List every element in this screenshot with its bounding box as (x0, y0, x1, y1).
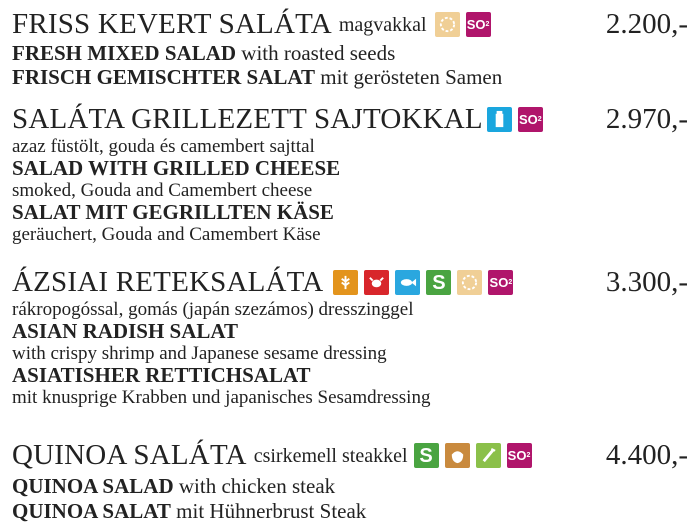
item-line: azaz füstölt, gouda és camembert sajttal (12, 136, 315, 157)
menu-item-friss-kevert-salata: FRISS KEVERT SALÁTA magvakkal SO 2 2.200,… (12, 10, 688, 88)
item-line-rest: mit gerösteten Samen (315, 65, 503, 89)
crustacean-icon (364, 270, 390, 295)
allergen-icons: SO 2 (434, 12, 491, 37)
item-line-bold: ASIAN RADISH SALAT (12, 319, 238, 343)
item-price: 2.970,- (605, 103, 688, 135)
gluten-icon (333, 270, 359, 295)
sulphites-icon: SO 2 (488, 270, 514, 295)
item-line-bold: FRISCH GEMISCHTER SALAT (12, 65, 316, 89)
item-line: mit knusprige Krabben und japanisches Se… (12, 387, 431, 408)
item-line: smoked, Gouda and Camembert cheese (12, 180, 313, 201)
item-title-desc: magvakkal (338, 13, 427, 36)
sulphites-icon: SO 2 (465, 12, 491, 37)
item-price: 4.400,- (605, 439, 688, 471)
item-line-bold: SALAT MIT GEGRILLTEN KÄSE (12, 200, 334, 224)
allergen-icons: S SO 2 (413, 443, 532, 468)
item-line-bold: QUINOA SALAT (12, 499, 171, 523)
item-line-bold: SALAD WITH GRILLED CHEESE (12, 156, 341, 180)
seeds-icon (434, 12, 460, 37)
item-line: rákropogóssal, gomás (japán szezámos) dr… (12, 299, 414, 320)
sulphites-icon: SO 2 (506, 443, 532, 468)
item-title: SALÁTA GRILLEZETT SAJTOKKAL (12, 103, 483, 135)
item-line: with crispy shrimp and Japanese sesame d… (12, 343, 387, 364)
sesame-icon (457, 270, 483, 295)
soy-icon: S (426, 270, 452, 295)
item-line: SALAD WITH GRILLED CHEESE (12, 158, 688, 179)
milk-icon (486, 107, 512, 132)
fish-icon (395, 270, 421, 295)
sulphites-icon: SO 2 (517, 107, 543, 132)
soy-icon: S (413, 443, 439, 468)
item-line: geräuchert, Gouda and Camembert Käse (12, 224, 321, 245)
item-title: ÁZSIAI RETEKSALÁTA (12, 266, 324, 298)
item-line-bold: FRESH MIXED SALAD (12, 41, 237, 65)
item-title-row: ÁZSIAI RETEKSALÁTA S SO 2 3.300,- (12, 268, 688, 297)
item-title-row: QUINOA SALÁTA csirkemell steakkel S SO 2 … (12, 441, 688, 470)
item-title-row: FRISS KEVERT SALÁTA magvakkal SO 2 2.200,… (12, 10, 688, 39)
allergen-icons: S SO 2 (333, 270, 514, 295)
allergen-icons: SO 2 (486, 107, 543, 132)
item-price: 3.300,- (605, 266, 688, 298)
nuts-icon (444, 443, 470, 468)
item-title: FRISS KEVERT SALÁTA (12, 8, 332, 40)
item-title: QUINOA SALÁTA (12, 439, 247, 471)
celery-icon (475, 443, 501, 468)
item-line: SALAT MIT GEGRILLTEN KÄSE (12, 202, 688, 223)
item-line-rest: mit Hühnerbrust Steak (170, 499, 367, 523)
item-line-rest: with roasted seeds (236, 41, 396, 65)
menu-item-azsiai-reteksalata: ÁZSIAI RETEKSALÁTA S SO 2 3.300,- rákropo… (12, 268, 688, 408)
item-line: QUINOA SALAT mit Hühnerbrust Steak (12, 501, 688, 522)
item-title-desc: csirkemell steakkel (253, 444, 408, 467)
menu-item-salata-grillezett-sajtokkal: SALÁTA GRILLEZETT SAJTOKKAL SO 2 2.970,- … (12, 105, 688, 245)
item-line: FRESH MIXED SALAD with roasted seeds (12, 43, 688, 64)
menu-item-quinoa-salata: QUINOA SALÁTA csirkemell steakkel S SO 2 … (12, 441, 688, 522)
item-line: QUINOA SALAD with chicken steak (12, 476, 688, 497)
item-price: 2.200,- (605, 8, 688, 40)
item-title-row: SALÁTA GRILLEZETT SAJTOKKAL SO 2 2.970,- (12, 105, 688, 134)
item-line: FRISCH GEMISCHTER SALAT mit gerösteten S… (12, 67, 688, 88)
item-line: ASIATISHER RETTICHSALAT (12, 365, 688, 386)
item-line-rest: with chicken steak (173, 474, 336, 498)
item-line: ASIAN RADISH SALAT (12, 321, 688, 342)
item-line-bold: ASIATISHER RETTICHSALAT (12, 363, 311, 387)
item-line-bold: QUINOA SALAD (12, 474, 174, 498)
